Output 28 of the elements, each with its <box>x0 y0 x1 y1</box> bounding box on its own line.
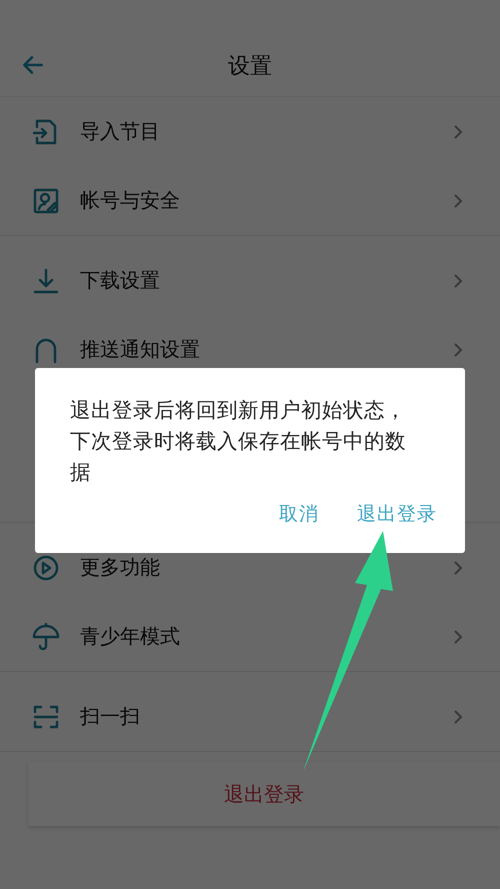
item-label: 扫一扫 <box>80 703 141 730</box>
item-label: 帐号与安全 <box>80 187 181 214</box>
chevron-right-icon <box>453 272 463 288</box>
settings-item[interactable]: 更多功能 <box>0 533 500 602</box>
chevron-right-icon <box>453 342 463 358</box>
dialog-button[interactable]: 退出登录 <box>353 499 441 529</box>
download-icon <box>32 266 60 294</box>
chevron-right-icon <box>453 560 463 576</box>
page-title: 设置 <box>228 53 272 81</box>
item-label: 导入节目 <box>80 118 161 145</box>
settings-item[interactable]: 导入节目 <box>0 97 500 166</box>
settings-item[interactable]: 下载设置 <box>0 246 500 315</box>
umbrella-icon <box>32 622 60 650</box>
logout-button[interactable]: 退出登录 <box>28 762 500 826</box>
chevron-right-icon <box>453 628 463 644</box>
dialog-message: 退出登录后将回到新用户初始状态，下次登录时将载入保存在帐号中的数据 <box>70 397 407 486</box>
dialog-button[interactable]: 取消 <box>275 499 323 529</box>
settings-item[interactable]: 帐号与安全 <box>0 166 500 235</box>
item-label: 青少年模式 <box>80 623 181 650</box>
item-label: 推送通知设置 <box>80 336 201 363</box>
profile-card-icon <box>32 186 60 214</box>
chevron-right-icon <box>453 708 463 724</box>
item-label: 下载设置 <box>80 267 161 294</box>
chevron-right-icon <box>453 124 463 140</box>
play-circle-icon <box>32 554 60 582</box>
chevron-right-icon <box>453 192 463 208</box>
settings-item[interactable]: 推送通知设置 <box>0 315 500 384</box>
item-label: 更多功能 <box>80 554 161 581</box>
